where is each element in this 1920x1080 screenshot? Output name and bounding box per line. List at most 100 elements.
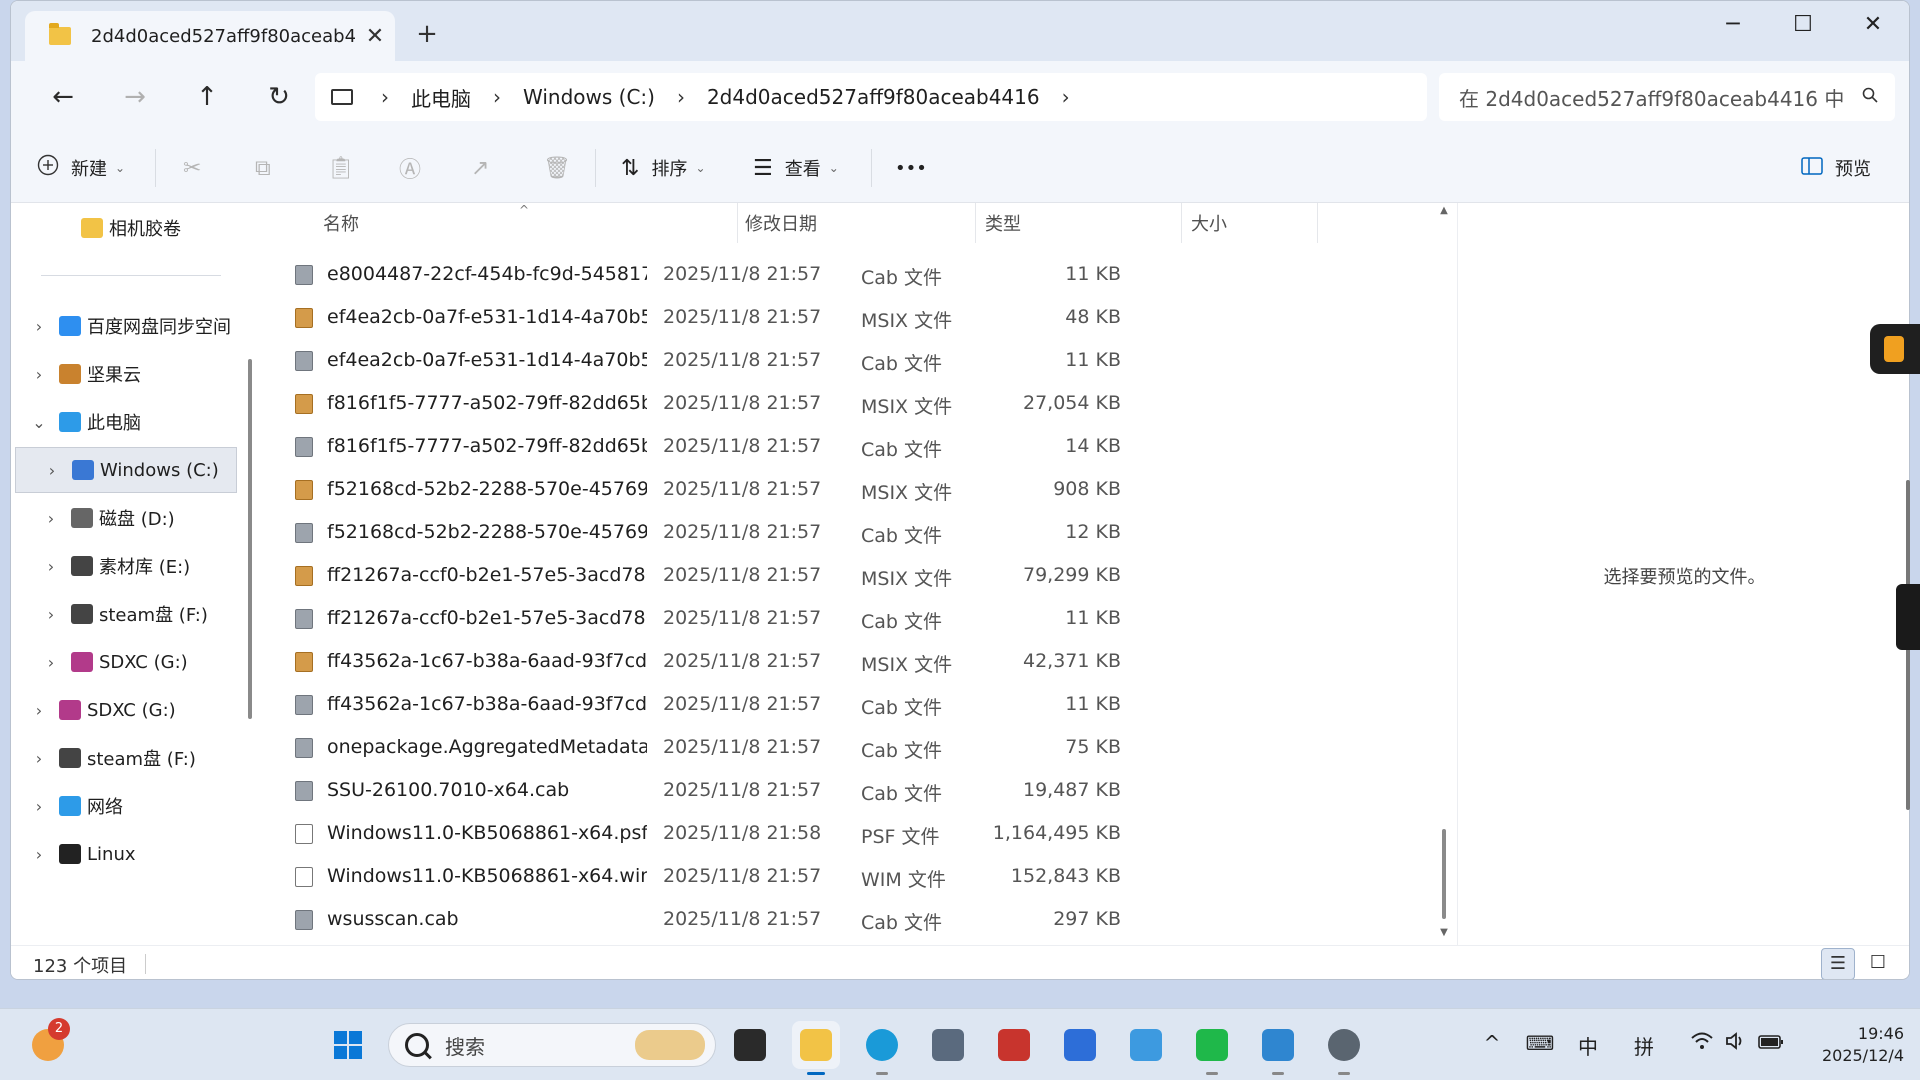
battery-icon[interactable] [1756, 1031, 1786, 1055]
taskbar-app-paint[interactable] [1122, 1021, 1170, 1069]
new-button[interactable]: 新建 ⌄ [37, 133, 125, 203]
delete-button[interactable]: 🗑︎ [543, 133, 583, 203]
breadcrumb-separator[interactable]: › [381, 85, 389, 109]
maximize-button[interactable]: ☐ [1773, 5, 1833, 45]
column-header-type[interactable]: 类型 [985, 203, 1021, 243]
breadcrumb-current-folder[interactable]: 2d4d0aced527aff9f80aceab4416 [707, 85, 1040, 109]
file-row[interactable]: f52168cd-52b2-2288-570e-45769bc982a6... 2… [283, 468, 1283, 511]
view-button[interactable]: ☰ 查看 ⌄ [753, 133, 839, 203]
scrollbar-thumb[interactable] [1442, 829, 1446, 919]
chevron-right-icon[interactable]: › [29, 701, 49, 720]
ime-language-indicator[interactable]: 中 [1574, 1031, 1602, 1060]
file-row[interactable]: Windows11.0-KB5068861-x64.psf 2025/11/8 2… [283, 812, 1283, 855]
column-header-name[interactable]: 名称 [323, 203, 359, 243]
column-divider[interactable] [1181, 203, 1182, 243]
file-row[interactable]: onepackage.AggregatedMetadata.cab 2025/11… [283, 726, 1283, 769]
file-row[interactable]: wsusscan.cab 2025/11/8 21:57 Cab 文件 297 KB [283, 898, 1283, 941]
breadcrumb-separator[interactable]: › [493, 85, 501, 109]
breadcrumb-this-pc[interactable]: 此电脑 [411, 83, 471, 112]
sidebar-item[interactable]: › Linux [29, 831, 235, 877]
chevron-right-icon[interactable]: › [41, 653, 61, 672]
rename-button[interactable]: Ⓐ [399, 133, 433, 203]
details-view-button[interactable]: ☰ [1821, 948, 1855, 979]
sidebar-scrollbar[interactable] [248, 359, 252, 719]
sidebar-item[interactable]: › 素材库 (E:) [41, 543, 235, 589]
chevron-right-icon[interactable]: › [29, 845, 49, 864]
cut-button[interactable]: ✂ [183, 133, 213, 203]
chevron-down-icon[interactable]: ⌄ [29, 413, 49, 432]
chevron-right-icon[interactable]: › [41, 509, 61, 528]
minimize-button[interactable]: ─ [1703, 5, 1763, 45]
column-divider[interactable] [1317, 203, 1318, 243]
paste-button[interactable]: 📋︎ [327, 133, 367, 203]
chevron-right-icon[interactable]: › [29, 317, 49, 336]
tab-close-icon[interactable]: ✕ [355, 24, 395, 49]
taskbar-app-edge[interactable] [858, 1021, 906, 1075]
taskbar-app-todo[interactable] [1056, 1021, 1104, 1069]
column-divider[interactable] [975, 203, 976, 243]
column-header-date[interactable]: 修改日期 [745, 203, 817, 243]
file-row[interactable]: ff21267a-ccf0-b2e1-57e5-3acd786f0b8d_1..… [283, 597, 1283, 640]
chevron-right-icon[interactable]: › [29, 365, 49, 384]
taskbar-app-settings[interactable] [1320, 1021, 1368, 1075]
sidebar-item[interactable]: › 网络 [29, 783, 235, 829]
address-bar[interactable]: › 此电脑 › Windows (C:) › 2d4d0aced527aff9f… [315, 73, 1427, 121]
file-row[interactable]: ff21267a-ccf0-b2e1-57e5-3acd786f0b8d_1..… [283, 554, 1283, 597]
sidebar-item[interactable]: › steam盘 (F:) [29, 735, 235, 781]
sort-button[interactable]: ⇅ 排序 ⌄ [621, 133, 706, 203]
new-tab-button[interactable]: + [409, 19, 445, 49]
column-divider[interactable] [737, 203, 738, 243]
search-input[interactable]: 在 2d4d0aced527aff9f80aceab4416 中搜索 [1439, 73, 1895, 121]
keyboard-icon[interactable]: ⌨ [1524, 1031, 1556, 1055]
refresh-button[interactable]: ↻ [255, 73, 303, 121]
system-clock[interactable]: 19:46 2025/12/4 [1808, 1023, 1904, 1067]
file-row[interactable]: f816f1f5-7777-a502-79ff-82dd65bba2fb_1..… [283, 425, 1283, 468]
start-button[interactable] [324, 1021, 372, 1069]
chevron-right-icon[interactable]: › [41, 605, 61, 624]
sidebar-item[interactable]: › Windows (C:) [15, 447, 237, 493]
breadcrumb-separator[interactable]: › [1062, 85, 1070, 109]
file-row[interactable]: e8004487-22cf-454b-fc9d-5458178ef918_...… [283, 253, 1283, 296]
search-icon[interactable] [1845, 87, 1895, 108]
copy-button[interactable]: ⧉ [255, 133, 283, 203]
file-list-scrollbar[interactable]: ▲ ▼ [1437, 205, 1451, 945]
file-row[interactable]: Windows11.0-KB5068861-x64.wim 2025/11/8 2… [283, 855, 1283, 898]
sidebar-item[interactable]: › SDXC (G:) [29, 687, 235, 733]
wifi-icon[interactable] [1688, 1031, 1716, 1056]
volume-icon[interactable] [1722, 1031, 1750, 1056]
forward-button[interactable]: → [111, 73, 159, 121]
taskbar-search-input[interactable]: 搜索 [388, 1023, 716, 1067]
file-row[interactable]: f52168cd-52b2-2288-570e-45769bc982a6... 2… [283, 511, 1283, 554]
sidebar-item[interactable]: › 坚果云 [29, 351, 235, 397]
close-window-button[interactable]: ✕ [1843, 5, 1903, 45]
scroll-up-arrow-icon[interactable]: ▲ [1437, 205, 1451, 216]
sidebar-item[interactable]: › steam盘 (F:) [41, 591, 235, 637]
large-icons-view-button[interactable]: ☐ [1861, 948, 1895, 979]
share-button[interactable]: ↗ [471, 133, 501, 203]
more-options-button[interactable]: ••• [895, 133, 927, 203]
chevron-right-icon[interactable]: › [29, 749, 49, 768]
taskbar-app-notepad[interactable] [1254, 1021, 1302, 1075]
side-handle[interactable] [1896, 584, 1920, 650]
breadcrumb-separator[interactable]: › [677, 85, 685, 109]
sidebar-item[interactable]: › 磁盘 (D:) [41, 495, 235, 541]
taskbar-app-desktop[interactable] [726, 1021, 774, 1069]
file-row[interactable]: ff43562a-1c67-b38a-6aad-93f7cd5881b2_...… [283, 683, 1283, 726]
taskbar-app-calculator[interactable] [924, 1021, 972, 1069]
chevron-right-icon[interactable]: › [41, 557, 61, 576]
show-hidden-icons-button[interactable]: ^ [1480, 1031, 1504, 1055]
ime-mode-indicator[interactable]: 拼 [1630, 1031, 1658, 1060]
preview-pane-button[interactable]: 预览 [1801, 133, 1871, 203]
taskbar-app-red[interactable] [990, 1021, 1038, 1069]
file-row[interactable]: ef4ea2cb-0a7f-e531-1d14-4a70b505f6a5_...… [283, 339, 1283, 382]
breadcrumb-c-drive[interactable]: Windows (C:) [523, 85, 655, 109]
file-row[interactable]: f816f1f5-7777-a502-79ff-82dd65bba2fb_1..… [283, 382, 1283, 425]
taskbar-app-file-explorer[interactable] [792, 1021, 840, 1075]
file-row[interactable]: ff43562a-1c67-b38a-6aad-93f7cd5881b2_...… [283, 640, 1283, 683]
chevron-right-icon[interactable]: › [42, 461, 62, 480]
sidebar-item[interactable]: ⌄ 此电脑 [29, 399, 235, 445]
taskbar-app-wechat[interactable] [1188, 1021, 1236, 1075]
scroll-down-arrow-icon[interactable]: ▼ [1437, 927, 1451, 938]
explorer-tab[interactable]: 2d4d0aced527aff9f80aceab44 ✕ [25, 11, 395, 61]
column-header-size[interactable]: 大小 [1191, 203, 1227, 243]
